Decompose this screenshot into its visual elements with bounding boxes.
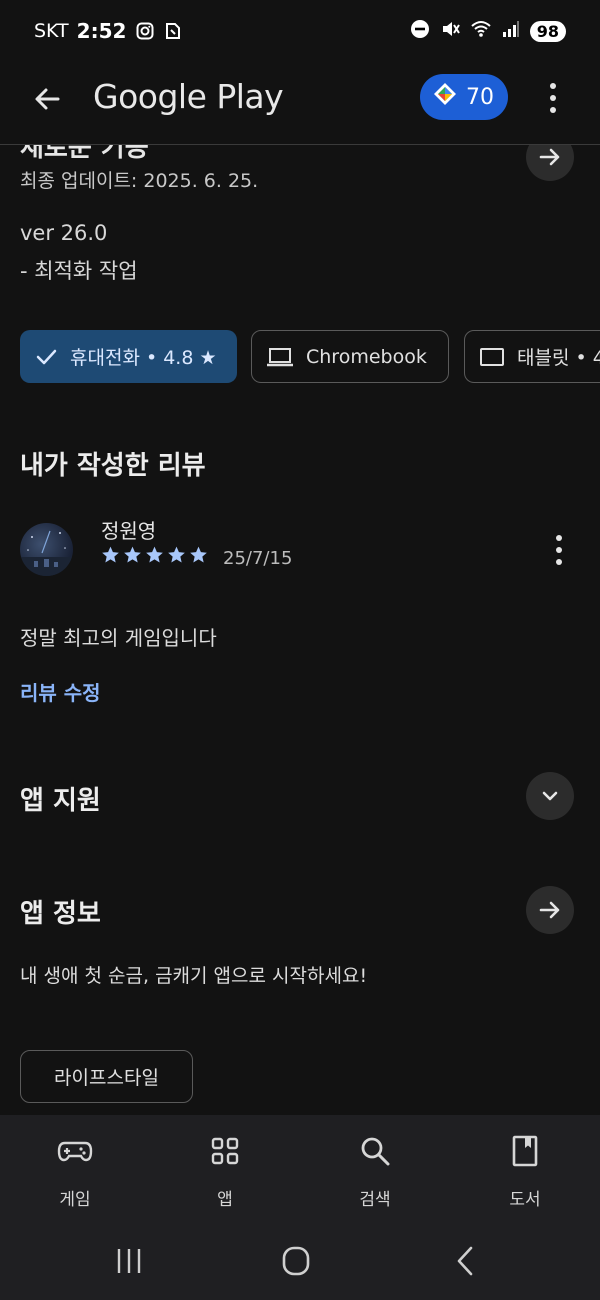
star-icon xyxy=(146,546,163,563)
category-tag-label: 라이프스타일 xyxy=(54,1067,159,1089)
instagram-icon xyxy=(136,22,154,40)
app-bar: Google Play 70 xyxy=(0,62,600,138)
arrow-right-icon xyxy=(539,901,560,919)
whats-new-title: 새로운 기능 xyxy=(20,145,149,163)
nav-label: 앱 xyxy=(217,1190,233,1210)
status-bar: SKT 2:52 98 xyxy=(0,0,600,62)
nav-label: 검색 xyxy=(359,1190,391,1210)
version-text: ver 26.0 xyxy=(20,221,108,245)
review-date: 25/7/15 xyxy=(223,548,293,569)
wifi-icon xyxy=(470,19,492,44)
star-icon xyxy=(124,546,141,563)
nav-item-search[interactable]: 검색 xyxy=(300,1115,450,1225)
release-notes: - 최적화 작업 xyxy=(20,259,138,283)
bottom-navigation: 게임 앱 검색 도서 xyxy=(0,1115,600,1225)
star-icon xyxy=(168,546,185,563)
carrier-label: SKT xyxy=(34,20,69,42)
app-details-content[interactable]: 새로운 기능 최종 업데이트: 2025. 6. 25. ver 26.0 - … xyxy=(0,145,600,1115)
device-chip-phone[interactable]: 휴대전화 • 4.8 ★ xyxy=(20,330,237,383)
back-arrow-icon[interactable] xyxy=(30,82,64,116)
play-points-icon xyxy=(432,81,458,113)
check-icon xyxy=(36,349,57,364)
app-support-title: 앱 지원 xyxy=(20,786,101,816)
app-support-expand-button[interactable] xyxy=(526,772,574,820)
edit-review-link[interactable]: 리뷰 수정 xyxy=(20,677,101,706)
device-chip-chromebook[interactable]: Chromebook xyxy=(251,330,449,383)
laptop-icon xyxy=(267,347,293,366)
avatar xyxy=(20,523,73,576)
device-chip-label: 휴대전화 • 4.8 ★ xyxy=(70,347,217,369)
do-not-disturb-icon xyxy=(410,19,430,44)
star-rating xyxy=(100,545,209,565)
nav-label: 게임 xyxy=(59,1190,91,1210)
gamepad-icon xyxy=(57,1133,93,1169)
whats-new-arrow-button[interactable] xyxy=(526,145,574,181)
nav-item-apps[interactable]: 앱 xyxy=(150,1115,300,1225)
search-icon xyxy=(357,1133,393,1169)
back-icon[interactable] xyxy=(446,1243,486,1279)
reviewer-name: 정원영 xyxy=(101,519,157,543)
signal-icon xyxy=(502,20,520,43)
apps-grid-icon xyxy=(207,1133,243,1169)
more-options-icon[interactable] xyxy=(542,80,564,116)
notification-app-icon xyxy=(164,22,182,40)
battery-indicator: 98 xyxy=(529,20,566,42)
app-info-title: 앱 정보 xyxy=(20,899,101,929)
nav-item-games[interactable]: 게임 xyxy=(0,1115,150,1225)
device-chip-label: 태블릿 • 4 xyxy=(517,347,600,369)
star-icon xyxy=(190,546,207,563)
star-icon xyxy=(102,546,119,563)
app-info-arrow-button[interactable] xyxy=(526,886,574,934)
category-tag[interactable]: 라이프스타일 xyxy=(20,1050,193,1103)
home-icon[interactable] xyxy=(276,1243,316,1279)
arrow-right-icon xyxy=(539,148,560,166)
mute-icon xyxy=(440,19,460,44)
recent-apps-icon[interactable] xyxy=(109,1243,149,1279)
last-updated: 최종 업데이트: 2025. 6. 25. xyxy=(20,170,259,192)
device-chip-tablet[interactable]: 태블릿 • 4 xyxy=(464,330,600,383)
play-points-button[interactable]: 70 xyxy=(420,74,508,120)
review-more-options-icon[interactable] xyxy=(548,533,570,571)
book-icon xyxy=(507,1133,543,1169)
device-chip-label: Chromebook xyxy=(306,345,427,368)
tablet-icon xyxy=(480,347,504,366)
chevron-down-icon xyxy=(542,791,558,801)
nav-item-books[interactable]: 도서 xyxy=(450,1115,600,1225)
play-points-value: 70 xyxy=(466,84,494,110)
nav-label: 도서 xyxy=(509,1190,541,1210)
app-description: 내 생애 첫 순금, 금캐기 앱으로 시작하세요! xyxy=(20,965,368,987)
clock: 2:52 xyxy=(76,19,127,43)
app-title: Google Play xyxy=(93,77,284,116)
system-navigation-bar xyxy=(0,1225,600,1300)
my-review-title: 내가 작성한 리뷰 xyxy=(20,451,206,481)
review-text: 정말 최고의 게임입니다 xyxy=(20,626,217,650)
